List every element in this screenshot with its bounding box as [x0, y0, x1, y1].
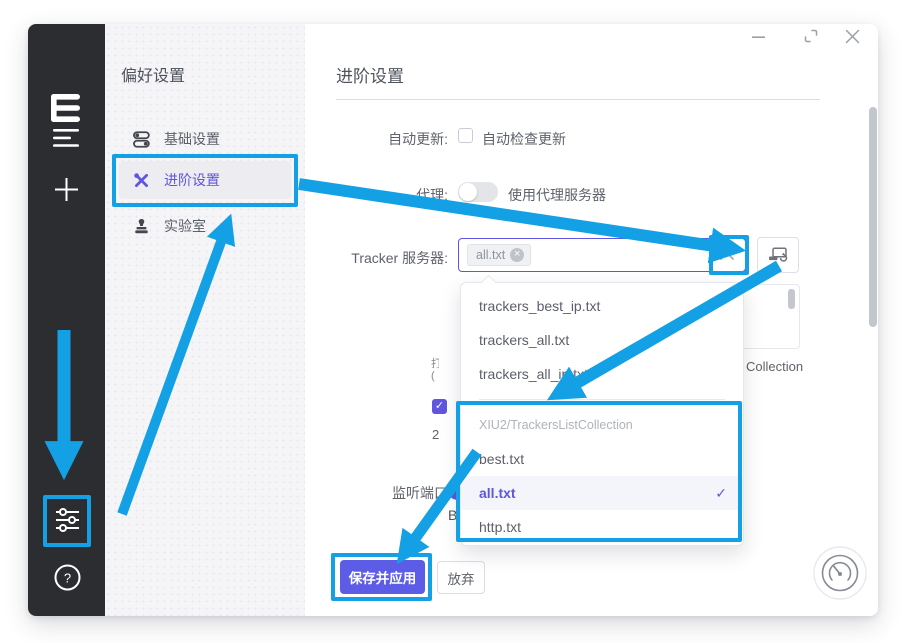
check-icon: ✓: [715, 476, 727, 510]
helper-text-fragment-1: 打: [431, 355, 439, 368]
dropdown-option[interactable]: http.txt✓: [461, 510, 743, 544]
app-sidebar: ?: [28, 24, 105, 616]
toggle-knob: [459, 183, 477, 201]
help-icon[interactable]: ?: [54, 564, 81, 591]
title-divider: [336, 99, 820, 100]
minimize-button[interactable]: [752, 30, 766, 44]
tracker-tag: all.txt ×: [467, 244, 531, 266]
tracker-tag-text: all.txt: [476, 248, 505, 262]
discard-button[interactable]: 放弃: [437, 561, 485, 594]
auto-update-checkbox[interactable]: [458, 128, 473, 143]
tracker-textarea[interactable]: [740, 284, 800, 349]
tag-close-icon[interactable]: ×: [510, 248, 524, 262]
maximize-button[interactable]: [803, 28, 819, 44]
dropdown-option[interactable]: trackers_all.txt: [461, 323, 743, 357]
listen-port-label: 监听端口: [300, 483, 448, 503]
auto-update-label: 自动更新:: [300, 129, 448, 149]
sidebar-item-advanced-settings[interactable]: 进阶设置: [119, 161, 291, 199]
preferences-title: 偏好设置: [121, 62, 185, 86]
lab-stamp-icon: [133, 218, 150, 235]
listen-port-toggle-fragment[interactable]: [448, 480, 460, 501]
tracker-dropdown: trackers_best_ip.txt trackers_all.txt tr…: [460, 282, 744, 546]
trackerslist-link-fragment[interactable]: Collection: [746, 359, 803, 374]
dropdown-group-label: XIU2/TrackersListCollection: [461, 408, 743, 442]
tools-icon: [133, 172, 150, 189]
sidebar-item-lab[interactable]: 实验室: [119, 207, 291, 245]
proxy-label: 代理:: [300, 185, 448, 205]
sidebar-item-label: 实验室: [164, 216, 206, 236]
save-and-apply-button[interactable]: 保存并应用: [340, 560, 425, 594]
task-list-icon[interactable]: [53, 128, 79, 148]
sync-checkbox-fragment[interactable]: ✓: [432, 399, 447, 414]
toggles-icon: [133, 131, 150, 148]
dropdown-group-list: best.txt✓ all.txt✓ http.txt✓: [461, 442, 743, 544]
motrix-logo-icon: [51, 94, 81, 122]
add-task-icon[interactable]: [54, 177, 79, 202]
helper-text-fragment-2: (: [431, 370, 439, 383]
port-text-fragment: B: [448, 507, 457, 523]
page-title: 进阶设置: [336, 62, 404, 87]
help-glyph: ?: [64, 571, 71, 586]
dropdown-option[interactable]: all.txt✓: [461, 476, 743, 510]
dropdown-divider: [479, 399, 725, 400]
tracker-server-label: Tracker 服务器:: [300, 248, 448, 268]
close-button[interactable]: [844, 28, 861, 45]
preferences-sliders-icon[interactable]: [55, 507, 80, 533]
dropdown-option[interactable]: best.txt✓: [461, 442, 743, 476]
sync-tracker-button[interactable]: [757, 237, 799, 273]
sidebar-item-label: 进阶设置: [164, 170, 220, 190]
proxy-option-label: 使用代理服务器: [508, 185, 606, 205]
toggle-pill: [448, 481, 460, 500]
dropdown-list: trackers_best_ip.txt trackers_all.txt tr…: [461, 289, 743, 391]
auto-update-option-label: 自动检查更新: [482, 129, 566, 149]
speed-gauge-fab[interactable]: [812, 545, 868, 601]
dropdown-option[interactable]: trackers_best_ip.txt: [461, 289, 743, 323]
dropdown-option[interactable]: trackers_all_ip.txt: [461, 357, 743, 391]
interval-text-fragment: 2: [432, 427, 444, 442]
proxy-toggle[interactable]: [458, 182, 498, 202]
sidebar-item-label: 基础设置: [164, 129, 220, 149]
chevron-up-icon[interactable]: [717, 249, 737, 263]
preferences-panel: 偏好设置 基础设置 进阶设置: [105, 24, 305, 616]
textarea-scrollbar-thumb[interactable]: [788, 289, 795, 309]
main-scrollbar-thumb[interactable]: [869, 107, 877, 327]
tracker-select-input[interactable]: all.txt ×: [458, 238, 746, 272]
sidebar-item-basic-settings[interactable]: 基础设置: [119, 120, 291, 158]
